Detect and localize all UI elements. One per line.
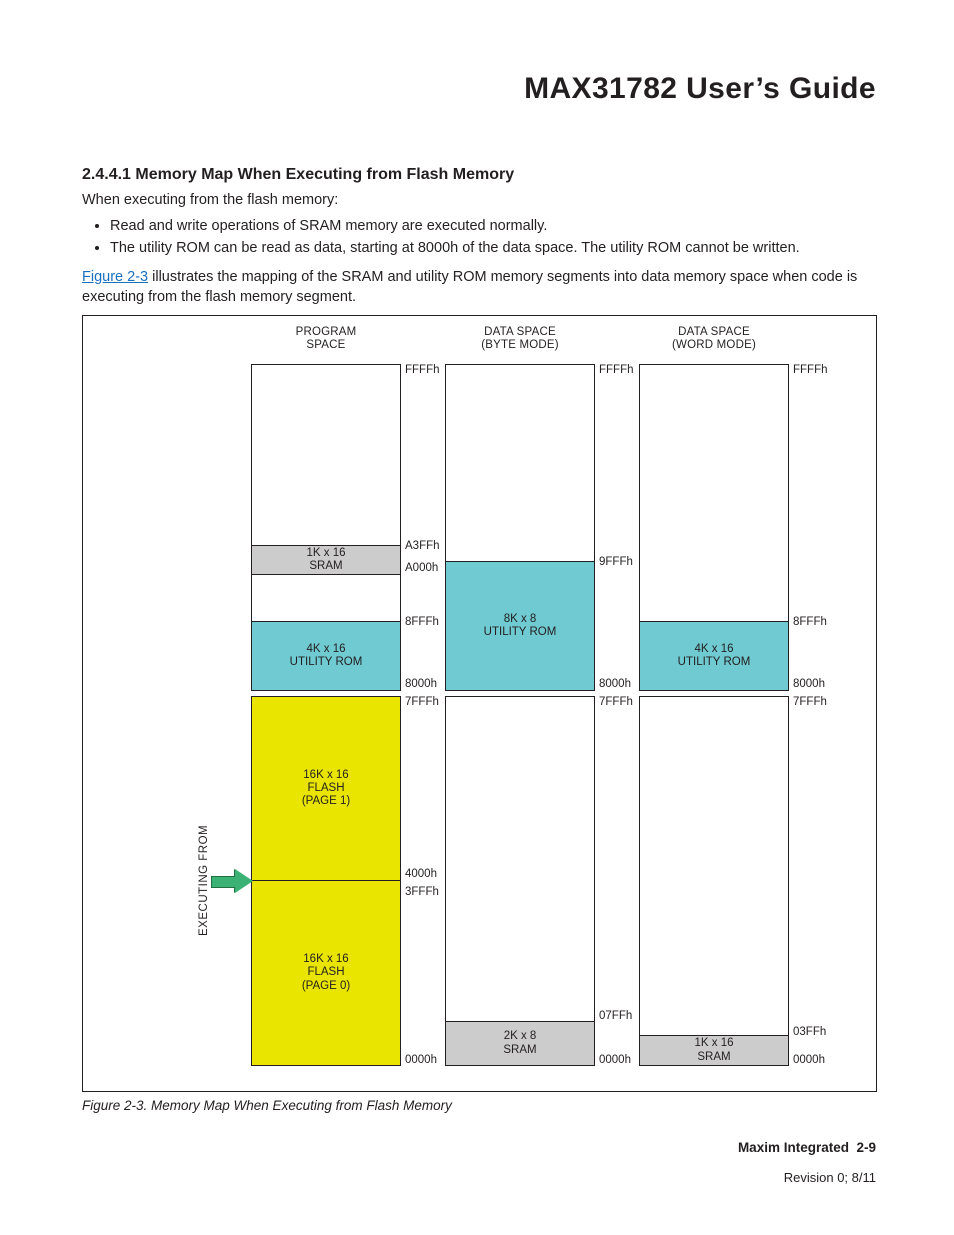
addr-label: 0000h bbox=[793, 1054, 825, 1066]
region-text: 8K x 8 UTILITY ROM bbox=[484, 613, 557, 639]
word-empty-mid bbox=[639, 696, 789, 1036]
prog-flash-page1: 16K x 16 FLASH (PAGE 1) bbox=[251, 696, 401, 881]
addr-label: 8000h bbox=[793, 678, 825, 690]
region-line: 16K x 16 bbox=[303, 769, 348, 781]
addr-label: 0000h bbox=[405, 1054, 437, 1066]
addr-label: 8000h bbox=[599, 678, 631, 690]
addr-label: 8FFFh bbox=[793, 616, 827, 628]
prog-empty-top bbox=[251, 364, 401, 546]
region-line: (PAGE 0) bbox=[302, 980, 350, 992]
section-number: 2.4.4.1 bbox=[82, 166, 131, 183]
region-text: 16K x 16 FLASH (PAGE 1) bbox=[302, 769, 350, 809]
figure-link[interactable]: Figure 2-3 bbox=[82, 269, 148, 285]
figure-caption: Figure 2-3. Memory Map When Executing fr… bbox=[82, 1098, 452, 1113]
region-line: SRAM bbox=[309, 560, 342, 572]
addr-label: 07FFh bbox=[599, 1010, 632, 1022]
footer-revision: Revision 0; 8/11 bbox=[784, 1170, 876, 1185]
byte-sram: 2K x 8 SRAM bbox=[445, 1021, 595, 1066]
addr-label: FFFFh bbox=[599, 364, 634, 376]
region-line: 2K x 8 bbox=[504, 1030, 537, 1042]
executing-from-label: EXECUTING FROM bbox=[198, 825, 210, 936]
column-label-line: PROGRAM bbox=[296, 326, 357, 338]
region-line: 4K x 16 bbox=[694, 643, 733, 655]
addr-label: 7FFFh bbox=[793, 696, 827, 708]
addr-label: 0000h bbox=[599, 1054, 631, 1066]
region-text: 4K x 16 UTILITY ROM bbox=[290, 643, 363, 669]
column-label-line: DATA SPACE bbox=[484, 326, 556, 338]
addr-label: 7FFFh bbox=[599, 696, 633, 708]
addr-label: 4000h bbox=[405, 868, 437, 880]
column-label-line: (BYTE MODE) bbox=[481, 339, 559, 351]
addr-label: FFFFh bbox=[793, 364, 828, 376]
addr-label: 7FFFh bbox=[405, 696, 439, 708]
figure-frame: PROGRAM SPACE DATA SPACE (BYTE MODE) DAT… bbox=[82, 315, 877, 1092]
column-label-line: DATA SPACE bbox=[678, 326, 750, 338]
region-line: UTILITY ROM bbox=[484, 626, 557, 638]
addr-label: 03FFh bbox=[793, 1026, 826, 1038]
footer-page-number: 2-9 bbox=[856, 1140, 876, 1155]
byte-utility-rom: 8K x 8 UTILITY ROM bbox=[445, 561, 595, 691]
prog-utility-rom: 4K x 16 UTILITY ROM bbox=[251, 621, 401, 691]
column-label-line: SPACE bbox=[306, 339, 345, 351]
section-title: Memory Map When Executing from Flash Mem… bbox=[135, 166, 514, 183]
column-label-program: PROGRAM SPACE bbox=[251, 326, 401, 352]
region-text: 4K x 16 UTILITY ROM bbox=[678, 643, 751, 669]
region-line: UTILITY ROM bbox=[290, 656, 363, 668]
list-item: The utility ROM can be read as data, sta… bbox=[110, 240, 800, 256]
region-line: FLASH bbox=[307, 782, 344, 794]
addr-label: FFFFh bbox=[405, 364, 440, 376]
arrow-icon bbox=[211, 876, 237, 888]
arrow-head-icon bbox=[235, 869, 253, 893]
region-line: SRAM bbox=[503, 1044, 536, 1056]
region-text: 1K x 16 SRAM bbox=[695, 1037, 734, 1063]
region-line: FLASH bbox=[307, 966, 344, 978]
footer-company: Maxim Integrated 2-9 bbox=[738, 1140, 876, 1155]
footer-company-name: Maxim Integrated bbox=[738, 1140, 849, 1155]
prog-sram: 1K x 16 SRAM bbox=[251, 545, 401, 575]
addr-label: 8000h bbox=[405, 678, 437, 690]
intro-text: When executing from the flash memory: bbox=[82, 192, 338, 208]
section-heading: 2.4.4.1 Memory Map When Executing from F… bbox=[82, 166, 514, 184]
body-paragraph: Figure 2-3 illustrates the mapping of th… bbox=[82, 268, 876, 307]
addr-label: 3FFFh bbox=[405, 886, 439, 898]
column-label-line: (WORD MODE) bbox=[672, 339, 756, 351]
body-text: illustrates the mapping of the SRAM and … bbox=[82, 269, 857, 305]
region-line: SRAM bbox=[697, 1051, 730, 1063]
column-label-byte: DATA SPACE (BYTE MODE) bbox=[445, 326, 595, 352]
region-line: 1K x 16 bbox=[307, 547, 346, 559]
word-utility-rom: 4K x 16 UTILITY ROM bbox=[639, 621, 789, 691]
prog-empty-mid bbox=[251, 574, 401, 622]
region-line: 8K x 8 bbox=[504, 613, 537, 625]
addr-label: 9FFFh bbox=[599, 556, 633, 568]
region-line: 16K x 16 bbox=[303, 953, 348, 965]
byte-empty-top bbox=[445, 364, 595, 562]
word-empty-top bbox=[639, 364, 789, 622]
region-line: (PAGE 1) bbox=[302, 795, 350, 807]
region-text: 16K x 16 FLASH (PAGE 0) bbox=[302, 953, 350, 993]
addr-label: A000h bbox=[405, 562, 438, 574]
word-sram: 1K x 16 SRAM bbox=[639, 1035, 789, 1066]
addr-label: A3FFh bbox=[405, 540, 440, 552]
addr-label: 8FFFh bbox=[405, 616, 439, 628]
column-label-word: DATA SPACE (WORD MODE) bbox=[639, 326, 789, 352]
region-text: 2K x 8 SRAM bbox=[503, 1030, 536, 1056]
region-line: 4K x 16 bbox=[306, 643, 345, 655]
prog-flash-page0: 16K x 16 FLASH (PAGE 0) bbox=[251, 880, 401, 1066]
region-line: 1K x 16 bbox=[695, 1037, 734, 1049]
region-line: UTILITY ROM bbox=[678, 656, 751, 668]
page-title: MAX31782 User’s Guide bbox=[524, 72, 876, 106]
list-item: Read and write operations of SRAM memory… bbox=[110, 218, 800, 234]
region-text: 1K x 16 SRAM bbox=[307, 547, 346, 573]
bullet-list: Read and write operations of SRAM memory… bbox=[82, 212, 800, 262]
byte-empty-mid bbox=[445, 696, 595, 1022]
